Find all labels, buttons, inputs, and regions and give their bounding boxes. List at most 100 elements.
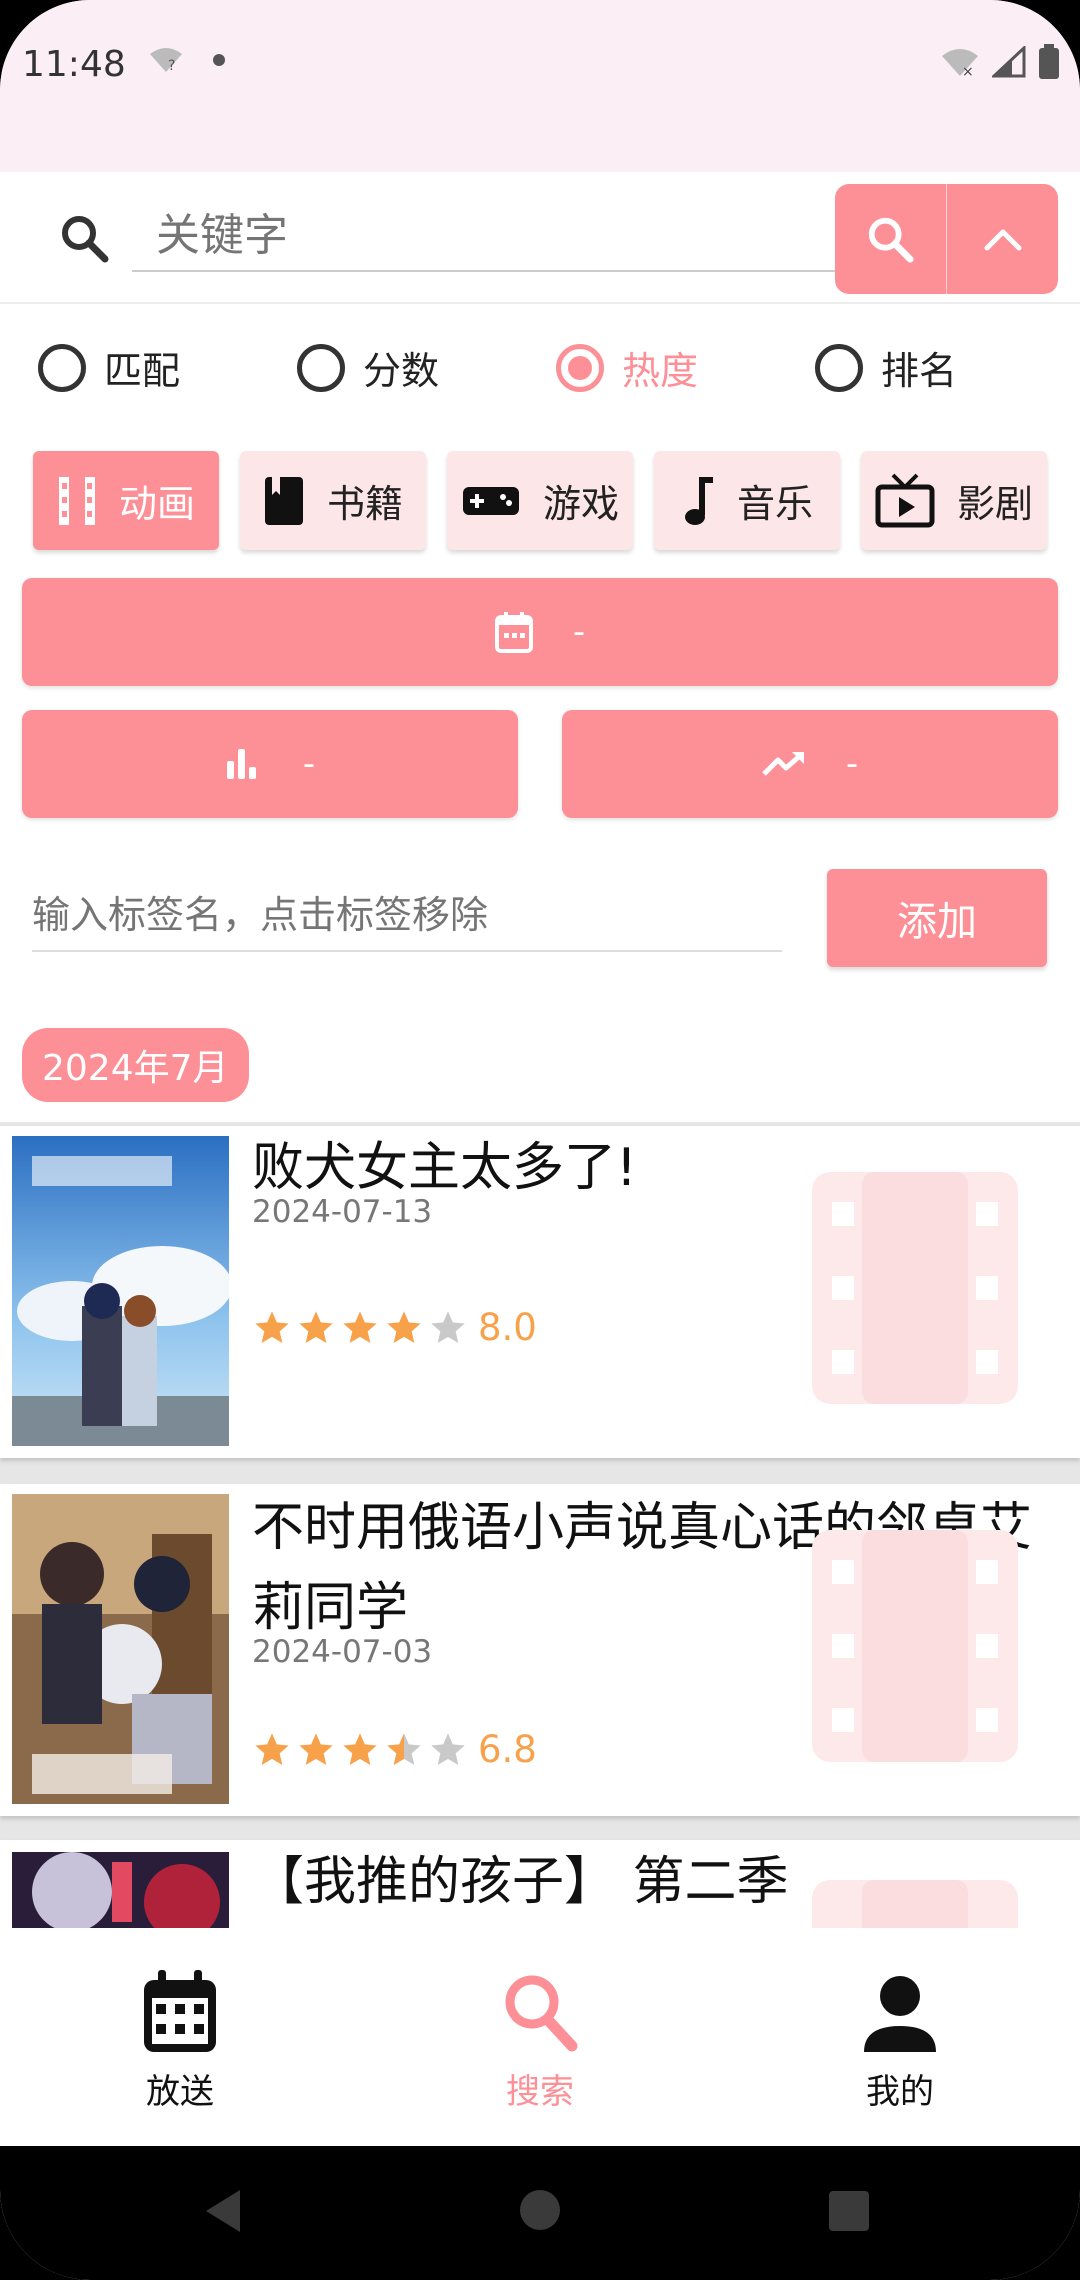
radio-label: 匹配 (104, 349, 181, 393)
list-item[interactable]: 不时用俄语小声说真心话的邻桌艾莉同学 2024-07-03 6.8 (0, 1484, 1080, 1816)
svg-text:×: × (962, 64, 974, 78)
collapse-button[interactable] (947, 184, 1058, 294)
star-filled-icon (299, 1732, 333, 1765)
signal-icon (992, 46, 1026, 78)
search-button-group (835, 184, 1058, 294)
music-note-icon (684, 476, 713, 525)
calendar-icon (494, 612, 533, 653)
add-tag-button[interactable]: 添加 (827, 869, 1047, 967)
film-watermark-icon (812, 1530, 1018, 1762)
sort-options: 匹配 分数 热度 排名 (0, 320, 1080, 420)
nav-search[interactable]: 搜索 (440, 1968, 640, 2113)
item-date: 2024-07-13 (252, 1194, 433, 1230)
star-filled-icon (343, 1732, 377, 1765)
app-screen: 11:48 ? × 关键字 匹配 分数 热度 排名 动画 书籍 游戏 音乐 影剧… (0, 0, 1080, 2280)
wifi-off-icon: × (942, 49, 978, 78)
category-drama[interactable]: 影剧 (861, 451, 1047, 550)
search-icon (869, 217, 914, 263)
score-filter-value: - (302, 744, 316, 784)
star-filled-icon (343, 1310, 377, 1343)
cover-image (12, 1494, 229, 1804)
sort-option-rank[interactable]: 排名 (815, 340, 957, 395)
star-half-icon (387, 1732, 421, 1765)
battery-icon (1039, 44, 1059, 79)
search-input[interactable] (132, 200, 840, 272)
result-list[interactable]: 败犬女主太多了! 2024-07-13 8.0 不时用俄语小声说真心话的邻桌艾莉… (0, 1122, 1080, 1928)
sort-option-score[interactable]: 分数 (297, 340, 439, 395)
radio-button (556, 343, 604, 392)
bar-chart-icon (226, 749, 256, 779)
system-navigation-bar (0, 2146, 1080, 2280)
list-item[interactable]: 【我推的孩子】 第二季 (0, 1840, 1080, 1928)
radio-label: 分数 (363, 349, 440, 393)
star-empty-icon (431, 1732, 465, 1765)
bottom-navigation: 放送 搜索 我的 (0, 1928, 1080, 2146)
star-filled-icon (255, 1310, 289, 1343)
category-music[interactable]: 音乐 (654, 451, 840, 550)
radio-button (297, 343, 345, 392)
trend-filter-value: - (845, 744, 859, 784)
category-label: 影剧 (956, 482, 1033, 526)
radio-dot (568, 355, 592, 380)
month-header: 2024年7月 (22, 1028, 249, 1102)
list-item[interactable]: 败犬女主太多了! 2024-07-13 8.0 (0, 1126, 1080, 1458)
search-icon (505, 1975, 578, 2052)
trending-up-icon (762, 752, 804, 776)
calendar-icon (144, 1970, 216, 2052)
sort-option-heat[interactable]: 热度 (556, 340, 698, 395)
search-icon (62, 216, 109, 263)
rating-score: 8.0 (478, 1306, 537, 1349)
tv-icon (875, 473, 935, 527)
back-icon[interactable] (204, 2188, 244, 2234)
star-filled-icon (255, 1732, 289, 1765)
status-icons-right: × (940, 44, 1060, 80)
nav-mine[interactable]: 我的 (800, 1968, 1000, 2113)
category-label: 游戏 (542, 482, 619, 526)
book-icon (264, 476, 303, 525)
notification-dot-icon (213, 54, 225, 66)
nav-broadcast[interactable]: 放送 (80, 1968, 280, 2113)
chevron-up-icon (984, 229, 1022, 251)
category-label: 书籍 (326, 482, 403, 526)
person-icon (864, 1976, 936, 2052)
radio-label: 排名 (881, 349, 958, 393)
cover-image (12, 1852, 229, 1928)
status-icons-left: ? (148, 46, 226, 74)
star-filled-icon (387, 1310, 421, 1343)
category-label: 动画 (118, 482, 195, 526)
star-empty-icon (431, 1310, 465, 1343)
item-rating: 8.0 (252, 1306, 537, 1349)
status-bar: 11:48 ? × (0, 0, 1080, 172)
wifi-unknown-icon: ? (150, 48, 182, 74)
recents-icon[interactable] (828, 2190, 870, 2232)
gamepad-icon (462, 486, 519, 515)
date-filter-button[interactable]: - (22, 578, 1058, 686)
category-books[interactable]: 书籍 (240, 451, 426, 550)
film-watermark-icon (812, 1172, 1018, 1404)
item-rating: 6.8 (252, 1728, 537, 1771)
date-filter-value: - (572, 612, 586, 652)
category-games[interactable]: 游戏 (447, 451, 633, 550)
nav-label: 搜索 (506, 2072, 574, 2112)
radio-label: 热度 (622, 349, 699, 393)
sort-option-match[interactable]: 匹配 (38, 340, 180, 395)
film-icon (58, 476, 95, 525)
search-submit-button[interactable] (835, 184, 946, 294)
svg-text:?: ? (168, 58, 175, 74)
home-icon[interactable] (518, 2188, 562, 2232)
cover-image (12, 1136, 229, 1446)
radio-button (815, 343, 863, 392)
tag-input[interactable] (32, 880, 782, 952)
score-filter-button[interactable]: - (22, 710, 518, 818)
nav-label: 放送 (146, 2072, 214, 2112)
status-time: 11:48 (22, 44, 126, 85)
nav-label: 我的 (866, 2072, 934, 2112)
category-label: 音乐 (736, 482, 813, 526)
rating-score: 6.8 (478, 1728, 537, 1771)
star-filled-icon (299, 1310, 333, 1343)
radio-button (38, 343, 86, 392)
category-anime[interactable]: 动画 (33, 451, 219, 550)
trend-filter-button[interactable]: - (562, 710, 1058, 818)
film-watermark-icon (812, 1880, 1018, 1928)
search-bar (0, 172, 1080, 304)
